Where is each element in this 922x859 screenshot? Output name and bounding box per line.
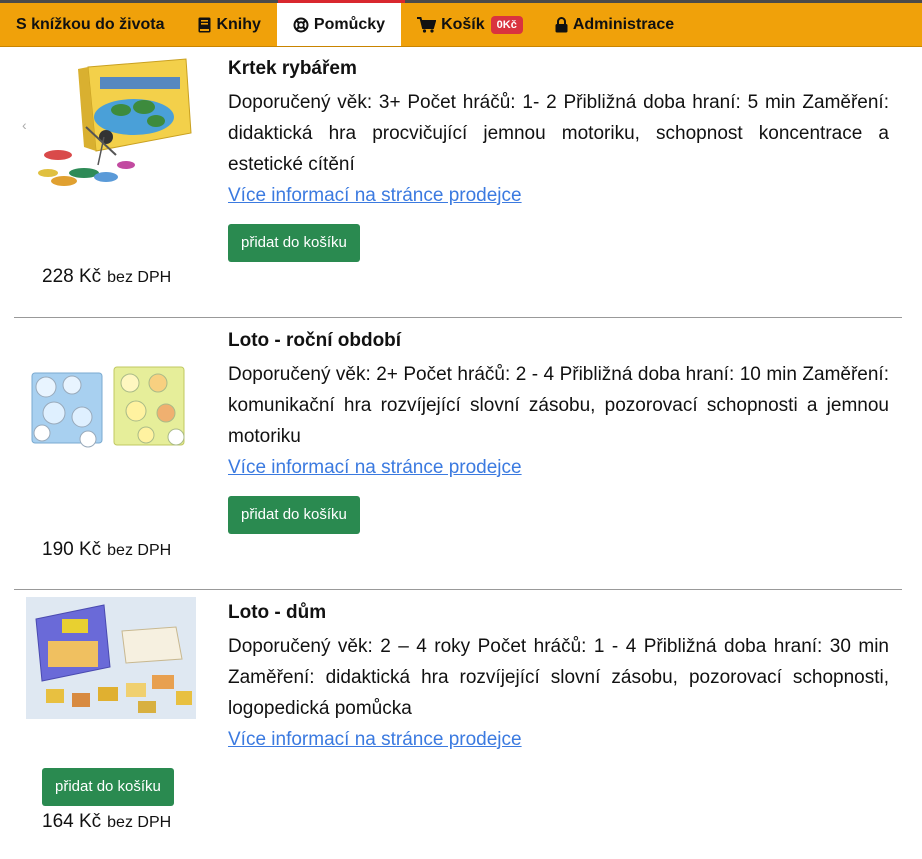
cart-icon xyxy=(417,16,437,33)
product-image[interactable] xyxy=(26,55,196,195)
product-info: Krtek rybářem Doporučený věk: 3+ Počet h… xyxy=(228,57,889,211)
product-price: 228 Kč bez DPH xyxy=(42,266,171,288)
product-title: Loto - dům xyxy=(228,602,327,623)
add-to-cart-button[interactable]: přidat do košíku xyxy=(228,224,360,262)
product-info: Loto - roční období Doporučený věk: 2+ P… xyxy=(228,329,889,483)
add-to-cart-button[interactable]: přidat do košíku xyxy=(228,496,360,534)
price-unit: bez DPH xyxy=(107,542,172,559)
price-unit: bez DPH xyxy=(107,269,172,286)
nav-item-cart[interactable]: Košík 0Kč xyxy=(401,3,539,46)
vendor-link[interactable]: Více informací na stránce prodejce xyxy=(228,180,889,211)
product-divider xyxy=(14,317,902,318)
product-divider xyxy=(14,589,902,590)
lifebuoy-icon xyxy=(293,17,309,33)
book-icon xyxy=(198,17,211,33)
product-title: Loto - roční období xyxy=(228,330,402,351)
nav-label-admin: Administrace xyxy=(572,15,675,33)
product-image[interactable] xyxy=(26,597,196,719)
lock-icon xyxy=(555,16,568,33)
nav-label-aids: Pomůcky xyxy=(313,15,386,33)
nav-brand[interactable]: S knížkou do života xyxy=(0,3,182,46)
product-description: Doporučený věk: 2+ Počet hráčů: 2 - 4 Př… xyxy=(228,364,889,447)
product-description: Doporučený věk: 3+ Počet hráčů: 1- 2 Při… xyxy=(228,92,889,175)
cart-total-badge: 0Kč xyxy=(490,15,523,34)
product-info: Loto - dům Doporučený věk: 2 – 4 roky Po… xyxy=(228,601,889,755)
nav-label-books: Knihy xyxy=(216,15,261,33)
nav-label-cart: Košík xyxy=(441,15,485,33)
product-card: ‹ Krtek rybářem Doporučený věk: 3+ Počet… xyxy=(0,47,922,317)
add-to-cart-button[interactable]: přidat do košíku xyxy=(42,768,174,806)
price-value: 164 Kč xyxy=(42,811,102,832)
main-navbar: S knížkou do života Knihy Pomůcky Košík … xyxy=(0,3,922,47)
price-unit: bez DPH xyxy=(107,814,172,831)
product-title: Krtek rybářem xyxy=(228,58,357,79)
brand-label: S knížkou do života xyxy=(16,15,165,33)
product-card: Loto - roční období Doporučený věk: 2+ P… xyxy=(0,319,922,589)
product-description: Doporučený věk: 2 – 4 roky Počet hráčů: … xyxy=(228,636,889,719)
product-price: 164 Kč bez DPH xyxy=(42,811,171,833)
product-card: Loto - dům Doporučený věk: 2 – 4 roky Po… xyxy=(0,591,922,859)
nav-item-admin[interactable]: Administrace xyxy=(539,3,690,46)
nav-item-books[interactable]: Knihy xyxy=(182,3,276,46)
price-value: 190 Kč xyxy=(42,539,102,560)
product-image[interactable] xyxy=(26,365,196,455)
product-price: 190 Kč bez DPH xyxy=(42,539,171,561)
vendor-link[interactable]: Více informací na stránce prodejce xyxy=(228,452,889,483)
nav-item-aids[interactable]: Pomůcky xyxy=(276,3,402,46)
price-value: 228 Kč xyxy=(42,266,102,287)
vendor-link[interactable]: Více informací na stránce prodejce xyxy=(228,724,889,755)
carousel-prev-icon[interactable]: ‹ xyxy=(22,117,27,133)
